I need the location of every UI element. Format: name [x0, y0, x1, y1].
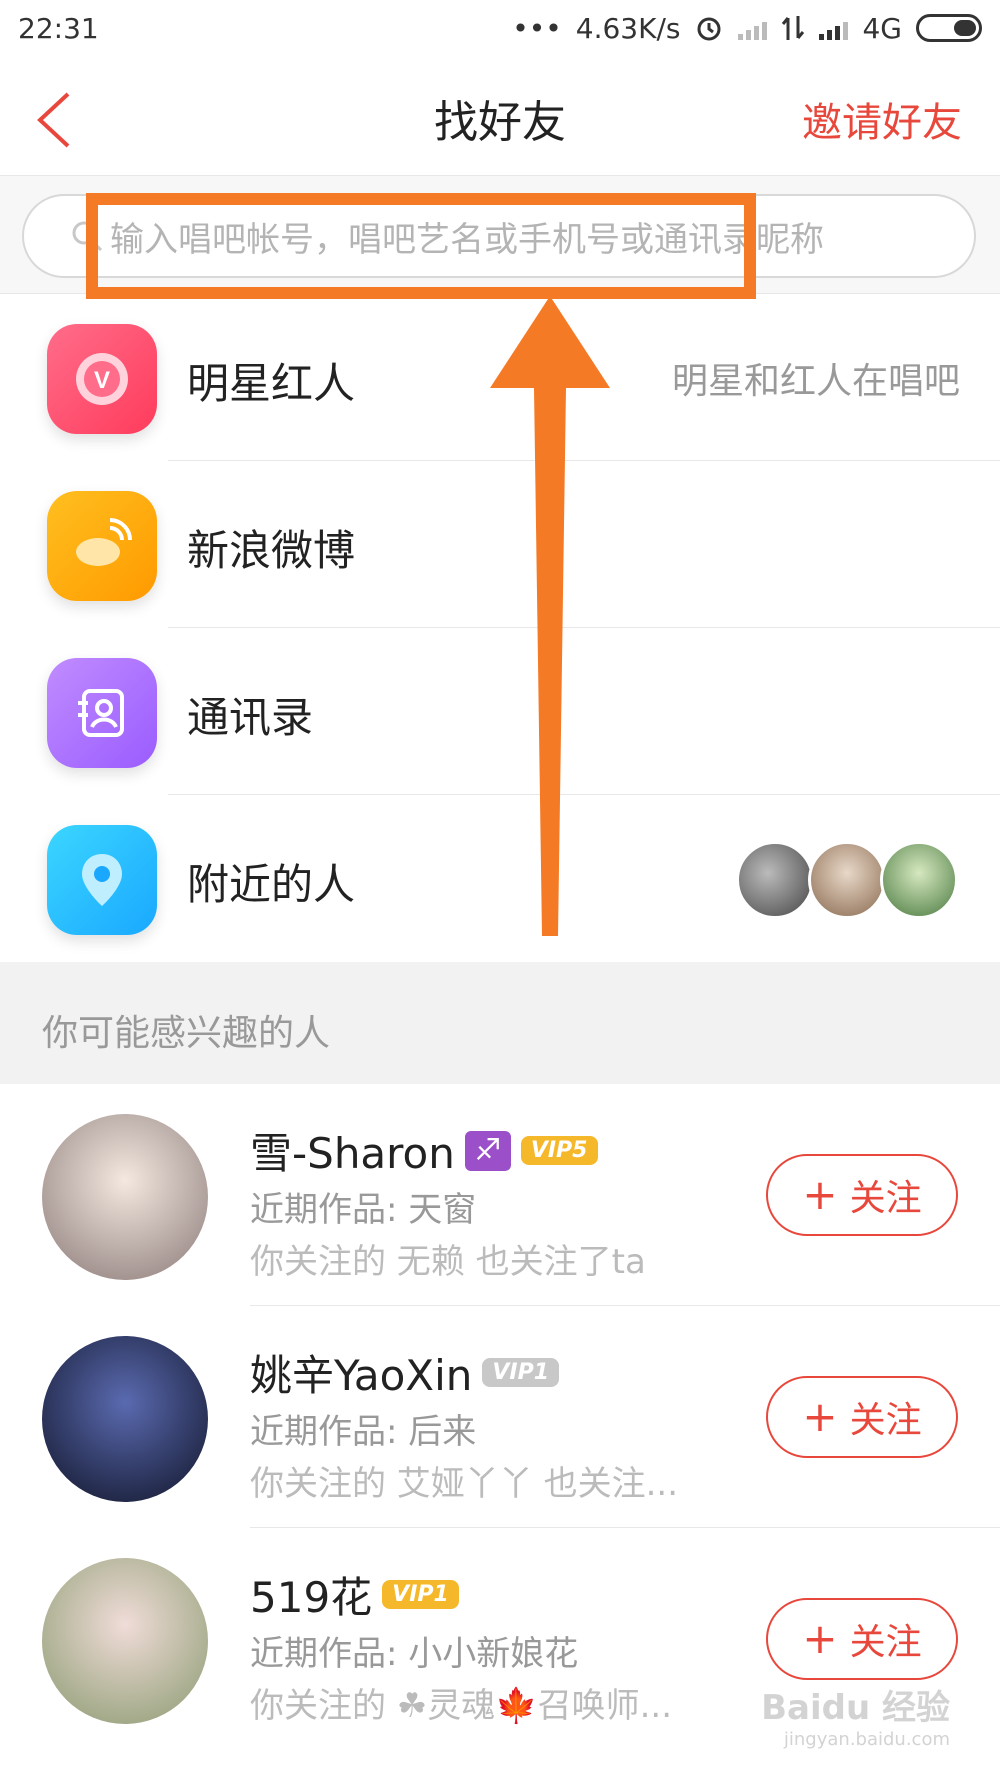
alarm-icon [697, 17, 721, 41]
watermark-main: Baidu 经验 [761, 1688, 950, 1728]
mutual-follow: 你关注的 艾娅丫丫 也关注... [250, 1464, 679, 1504]
list-item[interactable]: 雪-Sharon ♐ VIP5 近期作品: 天窗 你关注的 无赖 也关注了ta … [0, 1084, 1000, 1306]
status-bar: 22:31 ••• 4.63K/s 4G [0, 0, 1000, 56]
user-name: 姚辛YaoXin [250, 1351, 473, 1400]
network-speed: 4.63K/s [575, 11, 681, 45]
location-pin-icon [47, 825, 157, 935]
mutual-follow: 你关注的 ☘灵魂🍁召唤师... [250, 1686, 673, 1726]
annotation-highlight-box [86, 193, 756, 299]
recent-works: 近期作品: 小小新娘花 [250, 1634, 579, 1674]
network-type: 4G [862, 11, 902, 45]
list-item[interactable]: 姚辛YaoXin VIP1 近期作品: 后来 你关注的 艾娅丫丫 也关注... … [0, 1306, 1000, 1528]
follow-label: 关注 [849, 1622, 922, 1663]
avatar[interactable] [42, 1114, 208, 1280]
plus-icon: + [802, 1392, 838, 1441]
vip-badge: VIP1 [482, 1358, 560, 1387]
svg-text:V: V [94, 367, 110, 394]
follow-label: 关注 [849, 1178, 922, 1219]
signal-sim2-icon [819, 16, 849, 40]
follow-button[interactable]: + 关注 [766, 1376, 958, 1458]
recent-works: 近期作品: 后来 [250, 1412, 477, 1452]
user-name: 雪-Sharon [250, 1129, 455, 1178]
menu-item-desc: 明星和红人在唱吧 [671, 361, 960, 402]
vip-badge: VIP5 [520, 1136, 598, 1165]
sagittarius-icon: ♐ [464, 1130, 511, 1171]
watermark-sub: jingyan.baidu.com [783, 1729, 950, 1750]
avatar[interactable] [42, 1558, 208, 1724]
avatar[interactable] [42, 1336, 208, 1502]
contacts-icon [47, 658, 157, 768]
star-v-icon: V [47, 324, 157, 434]
plus-icon: + [802, 1614, 838, 1663]
data-transfer-icon [782, 16, 805, 40]
suggested-users-list: 雪-Sharon ♐ VIP5 近期作品: 天窗 你关注的 无赖 也关注了ta … [0, 1084, 1000, 1750]
invite-friends-button[interactable]: 邀请好友 [802, 90, 962, 148]
recent-works: 近期作品: 天窗 [250, 1190, 477, 1230]
menu-item-label: 附近的人 [187, 860, 356, 909]
follow-button[interactable]: + 关注 [766, 1154, 958, 1236]
avatar [736, 841, 814, 919]
watermark: Baidu 经验 jingyan.baidu.com [761, 1680, 950, 1750]
avatar [808, 841, 886, 919]
signal-sim1-icon [738, 16, 768, 40]
top-nav-bar: 找好友 邀请好友 [0, 56, 1000, 176]
menu-item-label: 明星红人 [187, 359, 356, 408]
status-dots: ••• [512, 11, 562, 45]
status-time: 22:31 [18, 11, 99, 45]
menu-item-label: 新浪微博 [187, 526, 356, 575]
user-name: 519花 [250, 1573, 373, 1622]
menu-item-label: 通讯录 [187, 693, 314, 742]
battery-icon [916, 14, 982, 42]
avatar [880, 841, 958, 919]
mutual-follow: 你关注的 无赖 也关注了ta [250, 1242, 646, 1282]
nearby-avatars [736, 841, 958, 919]
weibo-icon [47, 491, 157, 601]
vip-badge: VIP1 [382, 1580, 459, 1609]
section-title: 你可能感兴趣的人 [42, 1013, 331, 1054]
plus-icon: + [802, 1170, 838, 1219]
follow-button[interactable]: + 关注 [766, 1598, 958, 1680]
annotation-arrow-icon [490, 296, 610, 936]
section-header: 你可能感兴趣的人 [0, 962, 1000, 1084]
follow-label: 关注 [849, 1400, 922, 1441]
